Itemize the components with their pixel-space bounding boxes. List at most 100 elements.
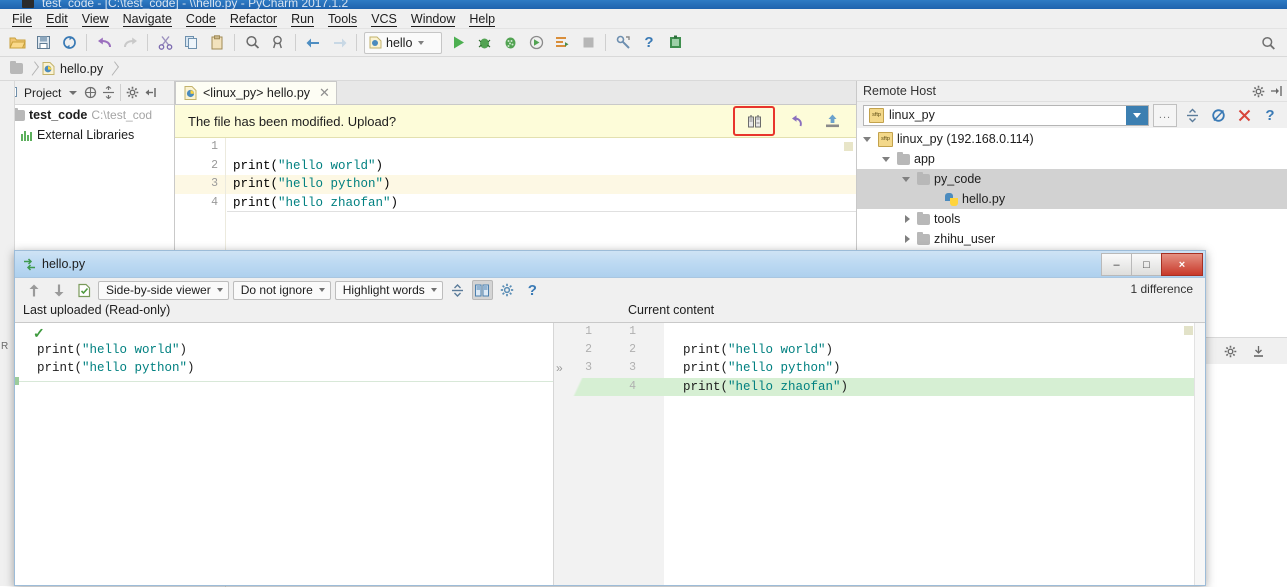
- tree-row-external-libraries[interactable]: External Libraries: [0, 125, 174, 145]
- menu-view[interactable]: View: [75, 10, 116, 28]
- diff-icon[interactable]: [742, 111, 766, 131]
- sync-scroll-icon[interactable]: [471, 280, 493, 300]
- sync-icon[interactable]: [56, 31, 82, 55]
- hide-icon[interactable]: [1269, 81, 1283, 102]
- gear-icon[interactable]: [1247, 81, 1269, 102]
- close-button[interactable]: ×: [1161, 253, 1203, 276]
- chevron-down-icon: [318, 288, 325, 292]
- console-button[interactable]: [549, 31, 575, 55]
- copy-icon[interactable]: [178, 31, 204, 55]
- folder-icon: [897, 151, 910, 165]
- close-icon[interactable]: ✕: [319, 85, 330, 101]
- close-icon[interactable]: [1233, 105, 1255, 126]
- collapse-all-icon[interactable]: [100, 84, 117, 102]
- chevron-down-icon[interactable]: [882, 154, 893, 165]
- refresh-icon[interactable]: [1207, 105, 1229, 126]
- chevron-right-icon[interactable]: [902, 234, 913, 245]
- paste-icon[interactable]: [204, 31, 230, 55]
- menu-refactor[interactable]: Refactor: [223, 10, 284, 28]
- menu-bar: File Edit View Navigate Code Refactor Ru…: [0, 9, 1287, 29]
- profile-button[interactable]: [523, 31, 549, 55]
- breadcrumb-item-file[interactable]: hello.py: [40, 60, 109, 78]
- menu-tools[interactable]: Tools: [321, 10, 364, 28]
- diff-left-pane[interactable]: ✓ print("hello world") print("hello pyth…: [15, 323, 553, 585]
- dialog-window-controls: – □ ×: [1101, 253, 1203, 276]
- tree-row-zhihu-user[interactable]: zhihu_user: [857, 229, 1287, 249]
- back-icon[interactable]: [300, 31, 326, 55]
- tree-label: py_code: [934, 172, 982, 186]
- help-icon[interactable]: ?: [1259, 105, 1281, 126]
- open-folder-icon[interactable]: [4, 31, 30, 55]
- menu-vcs[interactable]: VCS: [364, 10, 404, 28]
- tree-row-app[interactable]: app: [857, 149, 1287, 169]
- python-file-icon: [369, 36, 382, 49]
- help-icon[interactable]: ?: [636, 31, 662, 55]
- revert-icon[interactable]: [781, 109, 811, 133]
- hide-icon[interactable]: [1247, 341, 1269, 362]
- replace-icon[interactable]: [265, 31, 291, 55]
- undo-icon[interactable]: [91, 31, 117, 55]
- upload-icon[interactable]: [817, 109, 847, 133]
- apply-icon[interactable]: [73, 280, 94, 300]
- viewer-mode-select[interactable]: Side-by-side viewer: [98, 280, 229, 300]
- target-icon[interactable]: [82, 84, 99, 102]
- chevron-down-icon[interactable]: [863, 134, 874, 145]
- stop-button[interactable]: [575, 31, 601, 55]
- tree-row-server[interactable]: sftp linux_py (192.168.0.114): [857, 129, 1287, 149]
- redo-icon[interactable]: [117, 31, 143, 55]
- menu-window[interactable]: Window: [404, 10, 462, 28]
- settings-icon[interactable]: [610, 31, 636, 55]
- run-button[interactable]: [445, 31, 471, 55]
- menu-edit[interactable]: Edit: [39, 10, 75, 28]
- arrow-down-icon[interactable]: [48, 280, 69, 300]
- tab-hello-py[interactable]: <linux_py> hello.py ✕: [175, 81, 337, 104]
- save-all-icon[interactable]: [30, 31, 56, 55]
- cut-icon[interactable]: [152, 31, 178, 55]
- chevron-down-icon[interactable]: [902, 174, 913, 185]
- diff-right-line-added: print("hello zhaofan"): [664, 377, 1205, 396]
- search-icon: [1261, 36, 1275, 50]
- menu-navigate[interactable]: Navigate: [116, 10, 179, 28]
- apply-change-icon[interactable]: »: [556, 359, 563, 377]
- tree-row-project-root[interactable]: test_code C:\test_cod: [0, 105, 174, 125]
- hide-panel-icon[interactable]: [142, 84, 159, 102]
- menu-run[interactable]: Run: [284, 10, 321, 28]
- expand-all-icon[interactable]: [1181, 105, 1203, 126]
- strip-label-run[interactable]: R: [1, 341, 8, 352]
- gear-icon[interactable]: [1219, 341, 1241, 362]
- tree-row-tools[interactable]: tools: [857, 209, 1287, 229]
- gear-icon[interactable]: [124, 84, 141, 102]
- breadcrumb-item-root[interactable]: [8, 61, 29, 76]
- arrow-up-icon[interactable]: [23, 280, 44, 300]
- chevron-right-icon[interactable]: [902, 214, 913, 225]
- run-configuration-selector[interactable]: hello: [364, 31, 442, 54]
- chevron-down-icon[interactable]: [1126, 105, 1148, 125]
- tree-row-hello-py[interactable]: hello.py: [857, 189, 1287, 209]
- menu-help[interactable]: Help: [462, 10, 502, 28]
- ignore-mode-select[interactable]: Do not ignore: [232, 280, 331, 300]
- diff-vertical-scrollbar[interactable]: [1194, 323, 1205, 585]
- coverage-button[interactable]: [497, 31, 523, 55]
- help-icon[interactable]: ?: [522, 280, 543, 300]
- gear-icon[interactable]: [497, 280, 518, 300]
- menu-file[interactable]: File: [5, 10, 39, 28]
- forward-icon[interactable]: [326, 31, 352, 55]
- chevron-down-icon: [216, 288, 223, 292]
- diff-icon: [23, 257, 36, 271]
- minimize-button[interactable]: –: [1101, 253, 1132, 276]
- diff-right-pane[interactable]: print("hello world") print("hello python…: [664, 323, 1205, 585]
- search-everywhere-button[interactable]: [1257, 33, 1279, 53]
- diff-left-line: print("hello python"): [37, 361, 195, 376]
- vcs-icon[interactable]: [662, 31, 688, 55]
- debug-button[interactable]: [471, 31, 497, 55]
- project-panel-title: Project: [24, 85, 62, 100]
- tree-row-py-code[interactable]: py_code: [857, 169, 1287, 189]
- find-icon[interactable]: [239, 31, 265, 55]
- maximize-button[interactable]: □: [1131, 253, 1162, 276]
- browse-button[interactable]: ...: [1153, 103, 1177, 127]
- menu-code[interactable]: Code: [179, 10, 223, 28]
- chevron-down-icon[interactable]: [64, 84, 81, 102]
- server-selector[interactable]: sftp linux_py: [863, 104, 1149, 126]
- collapse-unchanged-icon[interactable]: [447, 280, 468, 300]
- highlight-mode-select[interactable]: Highlight words: [334, 280, 443, 300]
